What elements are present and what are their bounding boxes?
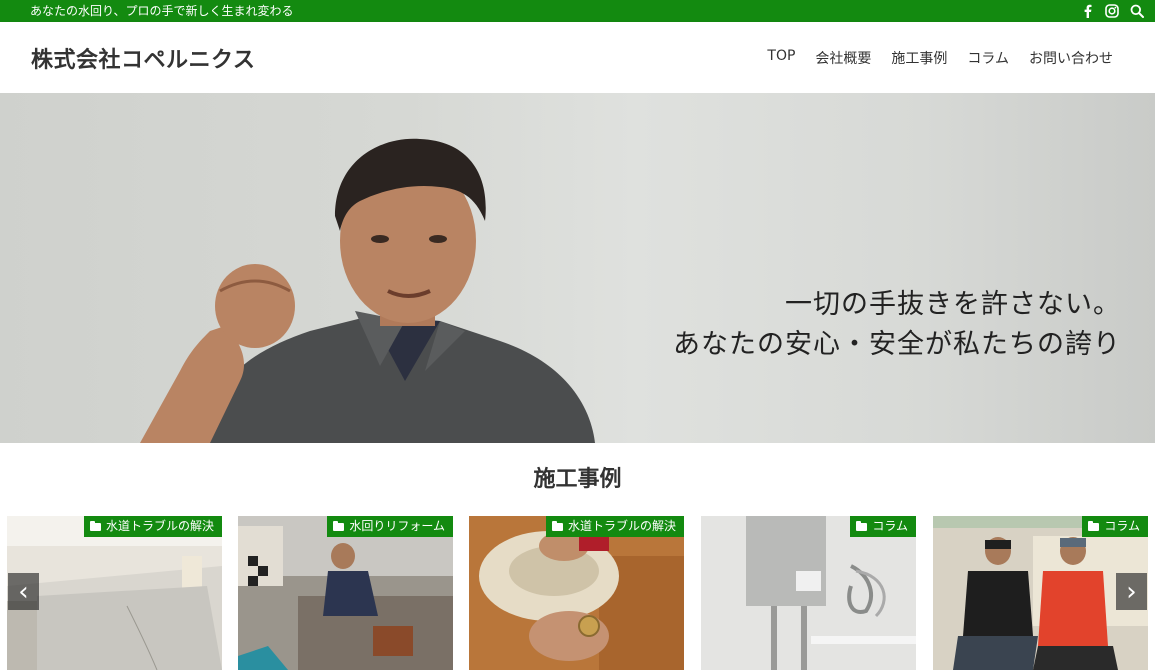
- works-section-title: 施工事例: [533, 467, 622, 492]
- category-badge: 水道トラブルの解決: [545, 516, 684, 537]
- work-card[interactable]: コラム: [701, 516, 916, 670]
- folder-icon: [1088, 520, 1100, 531]
- hero-line-2: あなたの安心・安全が私たちの誇り: [673, 329, 1121, 360]
- hero-banner: 一切の手抜きを許さない。 あなたの安心・安全が私たちの誇り: [0, 93, 1155, 443]
- carousel-next-button[interactable]: ›: [1116, 573, 1147, 610]
- category-badge: 水道トラブルの解決: [83, 516, 222, 537]
- hero-photo-person: [140, 138, 595, 443]
- carousel-prev-button[interactable]: ‹: [8, 573, 39, 610]
- tagline: あなたの水回り、プロの手で新しく生まれ変わる: [30, 4, 294, 18]
- category-label: コラム: [1104, 519, 1140, 533]
- hero-catchcopy: 一切の手抜きを許さない。 あなたの安心・安全が私たちの誇り: [673, 285, 1121, 365]
- chevron-right-icon: ›: [1126, 576, 1137, 607]
- nav-column[interactable]: コラム: [967, 48, 1009, 68]
- category-badge: コラム: [1082, 516, 1148, 537]
- works-carousel: 水道トラブルの解決 水回りリフォーム 水道トラブルの解決 コラム コラム: [7, 516, 1148, 670]
- folder-icon: [856, 520, 868, 531]
- work-card[interactable]: 水道トラブルの解決: [7, 516, 222, 670]
- category-badge: 水回りリフォーム: [327, 516, 453, 537]
- top-bar: あなたの水回り、プロの手で新しく生まれ変わる: [0, 0, 1155, 22]
- work-thumbnail: [701, 516, 916, 670]
- category-label: 水道トラブルの解決: [105, 519, 214, 533]
- category-label: コラム: [872, 519, 908, 533]
- nav-company[interactable]: 会社概要: [815, 48, 871, 68]
- nav-works[interactable]: 施工事例: [891, 48, 947, 68]
- site-header: 株式会社コペルニクス TOP 会社概要 施工事例 コラム お問い合わせ: [0, 22, 1155, 93]
- social-icons: [1079, 3, 1145, 19]
- facebook-icon[interactable]: [1079, 3, 1095, 19]
- nav-top[interactable]: TOP: [767, 48, 795, 68]
- work-thumbnail: [469, 516, 684, 670]
- category-label: 水回りリフォーム: [349, 519, 445, 533]
- folder-icon: [551, 520, 563, 531]
- nav-contact[interactable]: お問い合わせ: [1029, 48, 1113, 68]
- chevron-left-icon: ‹: [18, 576, 29, 607]
- search-icon[interactable]: [1129, 3, 1145, 19]
- work-thumbnail: [7, 516, 222, 670]
- work-thumbnail: [238, 516, 453, 670]
- instagram-icon[interactable]: [1104, 3, 1120, 19]
- site-logo[interactable]: 株式会社コペルニクス: [31, 42, 255, 74]
- folder-icon: [89, 520, 101, 531]
- work-card[interactable]: 水回りリフォーム: [238, 516, 453, 670]
- main-nav: TOP 会社概要 施工事例 コラム お問い合わせ: [767, 48, 1113, 68]
- folder-icon: [333, 520, 345, 531]
- category-badge: コラム: [850, 516, 916, 537]
- category-label: 水道トラブルの解決: [567, 519, 676, 533]
- work-card[interactable]: 水道トラブルの解決: [469, 516, 684, 670]
- hero-line-1: 一切の手抜きを許さない。: [785, 289, 1121, 320]
